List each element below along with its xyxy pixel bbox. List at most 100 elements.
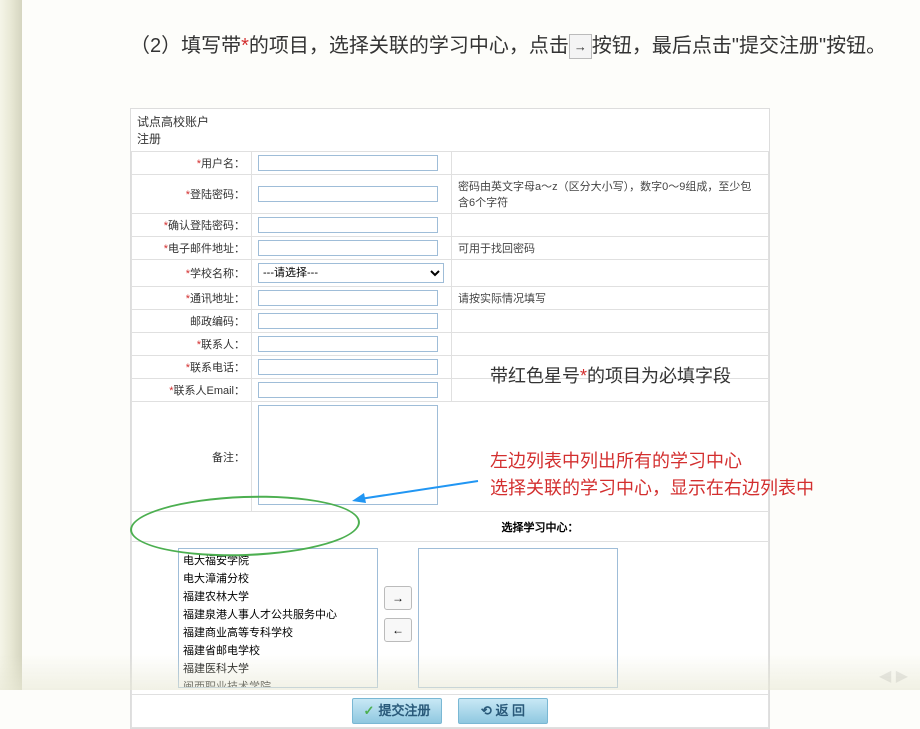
- field-hint: 可用于找回密码: [452, 237, 769, 260]
- field-label-text: 登陆密码：: [190, 189, 245, 201]
- transfer-cell: 电大福安学院电大漳浦分校福建农林大学福建泉港人事人才公共服务中心福建商业高等专科…: [132, 542, 769, 695]
- center-label-cell: 选择学习中心：: [132, 512, 769, 542]
- field-label-text: 邮政编码：: [190, 316, 245, 328]
- field-label: *联系人Email：: [132, 379, 252, 402]
- check-icon: ✓: [364, 703, 375, 718]
- field-label: *联系人：: [132, 333, 252, 356]
- instruction-arrow-icon: →: [569, 34, 592, 59]
- form-row: *确认登陆密码：: [132, 214, 769, 237]
- field-label-text: 联系电话：: [190, 362, 245, 374]
- actions-cell: ✓提交注册 ⟲ 返 回: [132, 695, 769, 728]
- field-input-cell: ---请选择---: [252, 260, 452, 287]
- field-label: 邮政编码：: [132, 310, 252, 333]
- submit-label: 提交注册: [378, 703, 430, 718]
- list-item[interactable]: 福建省邮电学校: [181, 641, 375, 659]
- field-hint: [452, 152, 769, 175]
- field-hint: [452, 333, 769, 356]
- target-listbox[interactable]: [418, 548, 618, 688]
- field-input-cell: [252, 175, 452, 214]
- annot-line1a: 带红色星号: [490, 366, 580, 386]
- source-listbox[interactable]: 电大福安学院电大漳浦分校福建农林大学福建泉港人事人才公共服务中心福建商业高等专科…: [178, 548, 378, 688]
- field-input-cell: [252, 237, 452, 260]
- pager-icon: ◀ ▶: [879, 666, 908, 686]
- field-label: *登陆密码：: [132, 175, 252, 214]
- remark-textarea[interactable]: [258, 405, 438, 505]
- instruction-mid1: 的项目，选择关联的学习中心，点击: [249, 35, 569, 57]
- form-row: 邮政编码：: [132, 310, 769, 333]
- list-item[interactable]: 电大福安学院: [181, 551, 375, 569]
- field-input-cell: [252, 356, 452, 379]
- field-label: *确认登陆密码：: [132, 214, 252, 237]
- form-table: *用户名：*登陆密码：密码由英文字母a～z（区分大小写），数字0～9组成，至少包…: [131, 151, 769, 728]
- form-row: *电子邮件地址： 可用于找回密码: [132, 237, 769, 260]
- field-input[interactable]: [258, 240, 438, 256]
- field-input[interactable]: [258, 336, 438, 352]
- annot-line2: 左边列表中列出所有的学习中心: [490, 448, 814, 475]
- annotation-required-note: 带红色星号*的项目为必填字段: [490, 363, 731, 390]
- move-right-button[interactable]: →: [384, 586, 412, 610]
- field-input-cell: [252, 310, 452, 333]
- list-item[interactable]: 电大漳浦分校: [181, 569, 375, 587]
- field-label: *联系电话：: [132, 356, 252, 379]
- list-item[interactable]: 闽西职业技术学院: [181, 677, 375, 688]
- field-label-text: 学校名称：: [190, 268, 245, 280]
- form-row: *通讯地址： 请按实际情况填写: [132, 287, 769, 310]
- back-label: 返 回: [495, 703, 525, 718]
- annot-line1b: 的项目为必填字段: [587, 366, 731, 386]
- field-input[interactable]: [258, 290, 438, 306]
- form-row: *学校名称： ---请选择---: [132, 260, 769, 287]
- field-label: *通讯地址：: [132, 287, 252, 310]
- instruction-text: （2）填写带*的项目，选择关联的学习中心，点击→按钮，最后点击"提交注册"按钮。: [130, 28, 890, 64]
- field-label-text: 联系人Email：: [173, 385, 245, 397]
- field-hint: [452, 214, 769, 237]
- list-item[interactable]: 福建泉港人事人才公共服务中心: [181, 605, 375, 623]
- field-label-text: 通讯地址：: [190, 293, 245, 305]
- form-row: *登陆密码： 密码由英文字母a～z（区分大小写），数字0～9组成，至少包含6个字符: [132, 175, 769, 214]
- list-item[interactable]: 福建商业高等专科学校: [181, 623, 375, 641]
- back-button[interactable]: ⟲ 返 回: [458, 698, 548, 724]
- field-input[interactable]: [258, 313, 438, 329]
- form-title-2: 注册: [137, 132, 161, 146]
- field-label-text: 确认登陆密码：: [168, 220, 245, 232]
- form-title: 试点高校账户 注册: [131, 109, 769, 151]
- field-label-text: 联系人：: [201, 339, 245, 351]
- back-icon: ⟲: [481, 703, 496, 718]
- field-label: *用户名：: [132, 152, 252, 175]
- instruction-prefix: （2）填写带: [130, 35, 241, 57]
- field-input[interactable]: [258, 186, 438, 202]
- registration-form: 试点高校账户 注册 *用户名：*登陆密码：密码由英文字母a～z（区分大小写），数…: [130, 108, 770, 729]
- annot-line1-star: *: [580, 366, 587, 386]
- slide-left-margin: [0, 0, 22, 690]
- actions-row: ✓提交注册 ⟲ 返 回: [132, 695, 769, 728]
- field-hint: 密码由英文字母a～z（区分大小写），数字0～9组成，至少包含6个字符: [452, 175, 769, 214]
- annotation-center-list-note: 左边列表中列出所有的学习中心 选择关联的学习中心，显示在右边列表中: [490, 448, 814, 502]
- field-input[interactable]: [258, 382, 438, 398]
- field-input[interactable]: [258, 217, 438, 233]
- field-input[interactable]: [258, 359, 438, 375]
- field-input-cell: [252, 152, 452, 175]
- list-item[interactable]: 福建医科大学: [181, 659, 375, 677]
- form-row: *联系人：: [132, 333, 769, 356]
- annot-line3: 选择关联的学习中心，显示在右边列表中: [490, 475, 814, 502]
- list-item[interactable]: 福建农林大学: [181, 587, 375, 605]
- field-label: *电子邮件地址：: [132, 237, 252, 260]
- center-label-text: 选择学习中心：: [138, 519, 762, 535]
- transfer-buttons: →←: [378, 548, 418, 650]
- form-row: *用户名：: [132, 152, 769, 175]
- field-input[interactable]: [258, 155, 438, 171]
- move-left-button[interactable]: ←: [384, 618, 412, 642]
- form-title-1: 试点高校账户: [137, 115, 209, 129]
- field-hint: 请按实际情况填写: [452, 287, 769, 310]
- field-input-cell: [252, 379, 452, 402]
- field-input-cell: [252, 333, 452, 356]
- field-label-text: 电子邮件地址：: [168, 243, 245, 255]
- field-input[interactable]: ---请选择---: [258, 263, 444, 283]
- field-label: *学校名称：: [132, 260, 252, 287]
- field-input-cell: [252, 214, 452, 237]
- field-hint: [452, 260, 769, 287]
- field-hint: [452, 310, 769, 333]
- submit-button[interactable]: ✓提交注册: [352, 698, 442, 724]
- instruction-mid2: 按钮，最后点击"提交注册"按钮。: [592, 35, 886, 57]
- field-label-text: 用户名：: [201, 158, 245, 170]
- center-label-row: 选择学习中心：: [132, 512, 769, 542]
